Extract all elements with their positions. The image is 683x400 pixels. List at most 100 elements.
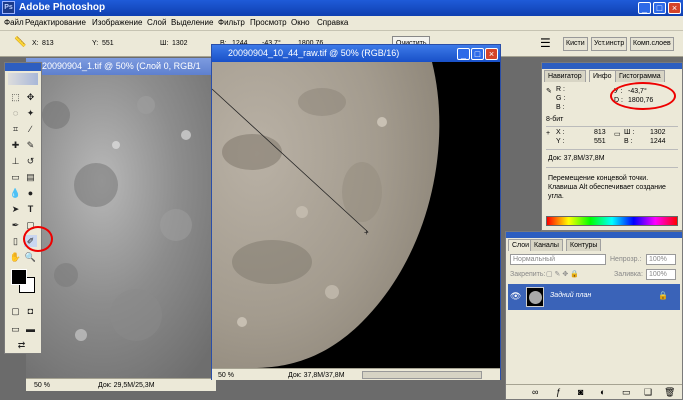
dodge-tool-icon[interactable]: ● (24, 187, 37, 199)
palette-well-icon[interactable]: ☰ (540, 36, 551, 50)
info-x-label: X : (556, 129, 565, 136)
opacity-input[interactable]: 100% (646, 254, 676, 265)
document-2-zoom[interactable]: 50 % (218, 370, 234, 381)
menu-filter[interactable]: Фильтр (218, 18, 245, 27)
layer-row-background[interactable]: 👁 Задний план 🔒 (508, 284, 680, 310)
info-separator-2 (546, 149, 678, 150)
color-spectrum-bar[interactable] (546, 216, 678, 226)
x-value: 813 (42, 40, 54, 47)
layer-thumbnail-moon (529, 291, 542, 304)
document-2-horizontal-scrollbar[interactable] (362, 371, 482, 379)
new-layer-icon[interactable]: ❑ (644, 387, 652, 398)
fill-input[interactable]: 100% (646, 269, 676, 280)
menu-image[interactable]: Изображение (92, 18, 142, 27)
palette-tab-tool-presets[interactable]: Уст.инстр (591, 37, 628, 51)
adobe-feather-icon[interactable] (8, 73, 38, 85)
tab-navigator[interactable]: Навигатор (544, 70, 586, 82)
info-hint-line-1: Перемещение концевой точки. (548, 175, 649, 182)
screen-mode-standard-icon[interactable]: ▭ (9, 323, 22, 335)
clone-stamp-tool-icon[interactable]: ⊥ (9, 155, 22, 167)
layers-palette-grip[interactable] (506, 232, 682, 238)
ruler-tool-icon[interactable]: 📏 (14, 37, 26, 48)
document-1-canvas[interactable] (26, 75, 216, 378)
menu-edit[interactable]: Редактирование (25, 18, 86, 27)
lasso-tool-icon[interactable]: ◌ (9, 107, 22, 119)
foreground-color-swatch-front[interactable] (11, 269, 27, 285)
adjustment-layer-icon[interactable]: ◐ (600, 387, 605, 397)
close-button[interactable]: × (668, 2, 681, 14)
layer-style-icon[interactable]: ƒ (556, 387, 561, 397)
path-selection-tool-icon[interactable]: ➤ (9, 203, 22, 215)
info-angle-highlight-ring (610, 82, 676, 110)
toolbox-grip[interactable] (5, 63, 41, 71)
measure-endpoint-icon[interactable]: + (364, 228, 369, 237)
x-label: X: (32, 40, 39, 47)
layer-name[interactable]: Задний план (550, 292, 591, 299)
standard-mode-icon[interactable]: ▢ (9, 305, 22, 317)
menu-select[interactable]: Выделение (171, 18, 213, 27)
link-layers-icon[interactable]: ∞ (532, 387, 538, 397)
crop-tool-icon[interactable]: ⌗ (9, 123, 22, 135)
info-b-label: B : (556, 104, 565, 111)
screen-mode-full-icon[interactable]: ▬ (24, 323, 37, 335)
slice-tool-icon[interactable]: ∕ (24, 123, 37, 135)
magic-wand-tool-icon[interactable]: ✦ (24, 107, 37, 119)
document-2-size: Док: 37,8M/37,8M (288, 372, 345, 379)
tab-paths[interactable]: Контуры (566, 239, 602, 251)
pen-tool-icon[interactable]: ✒ (9, 219, 22, 231)
document-2-minimize-button[interactable]: _ (457, 48, 470, 60)
menu-layer[interactable]: Слой (147, 18, 166, 27)
layers-palette: Слои Каналы Контуры Нормальный Непрозр.:… (505, 231, 683, 400)
maximize-button[interactable]: □ (653, 2, 666, 14)
document-2-canvas[interactable]: + (212, 62, 500, 368)
menu-window[interactable]: Окно (291, 18, 310, 27)
quick-mask-icon[interactable]: ◘ (24, 305, 37, 317)
layer-visibility-eye-icon[interactable]: 👁 (510, 290, 522, 302)
move-tool-icon[interactable]: ✥ (24, 91, 37, 103)
zoom-tool-icon[interactable]: 🔍 (24, 251, 37, 263)
document-2-maximize-button[interactable]: □ (471, 48, 484, 60)
blur-tool-icon[interactable]: 💧 (9, 187, 22, 199)
eraser-tool-icon[interactable]: ▭ (9, 171, 22, 183)
brush-tool-icon[interactable]: ✎ (24, 139, 37, 151)
layer-mask-icon[interactable]: ◙ (578, 387, 583, 397)
palette-tab-brushes[interactable]: Кисти (563, 37, 588, 51)
menu-help[interactable]: Справка (317, 18, 348, 27)
document-1-zoom[interactable]: 50 % (34, 380, 50, 391)
photoshop-logo-icon: Ps (2, 1, 15, 14)
marquee-tool-icon[interactable]: ⬚ (9, 91, 22, 103)
palette-tab-layer-comps[interactable]: Комп.слоев (630, 37, 674, 51)
notes-tool-icon[interactable]: ▯ (9, 235, 22, 247)
hand-tool-icon[interactable]: ✋ (9, 251, 22, 263)
info-r-label: R : (556, 86, 565, 93)
blend-mode-select[interactable]: Нормальный (510, 254, 606, 265)
minimize-button[interactable]: _ (638, 2, 651, 14)
info-y-label: Y : (556, 138, 565, 145)
info-hint-line-3: угла. (548, 193, 564, 200)
w-label: Ш: (160, 40, 169, 47)
info-palette-grip[interactable] (542, 63, 682, 69)
document-2-close-button[interactable]: × (485, 48, 498, 60)
delete-layer-icon[interactable]: 🗑 (664, 387, 675, 398)
type-tool-icon[interactable]: T (24, 203, 37, 215)
menu-file[interactable]: Файл (4, 18, 24, 27)
layer-thumbnail (526, 287, 544, 307)
history-brush-tool-icon[interactable]: ↺ (24, 155, 37, 167)
info-x-value: 813 (594, 129, 606, 136)
jump-to-imageready-icon[interactable]: ⇄ (15, 339, 28, 351)
tab-histogram[interactable]: Гистограмма (615, 70, 665, 82)
new-group-icon[interactable]: ▭ (622, 387, 631, 398)
document-window-1[interactable]: 20090904_1.tif @ 50% (Слой 0, RGB/1 50 %… (26, 58, 216, 391)
fill-label: Заливка: (614, 271, 643, 278)
tab-channels[interactable]: Каналы (530, 239, 563, 251)
document-1-title[interactable]: 20090904_1.tif @ 50% (Слой 0, RGB/1 (26, 58, 216, 75)
info-separator (546, 126, 678, 127)
healing-brush-tool-icon[interactable]: ✚ (9, 139, 22, 151)
gradient-tool-icon[interactable]: ▤ (24, 171, 37, 183)
document-window-2[interactable]: 20090904_10_44_raw.tif @ 50% (RGB/16) _ … (211, 44, 501, 380)
lock-icons[interactable]: ▢ ✎ ✥ 🔒 (546, 270, 579, 278)
tab-info[interactable]: Инфо (589, 70, 616, 82)
opacity-label: Непрозр.: (610, 256, 642, 263)
layers-footer: ∞ ƒ ◙ ◐ ▭ ❑ 🗑 (506, 384, 682, 399)
menu-view[interactable]: Просмотр (250, 18, 287, 27)
